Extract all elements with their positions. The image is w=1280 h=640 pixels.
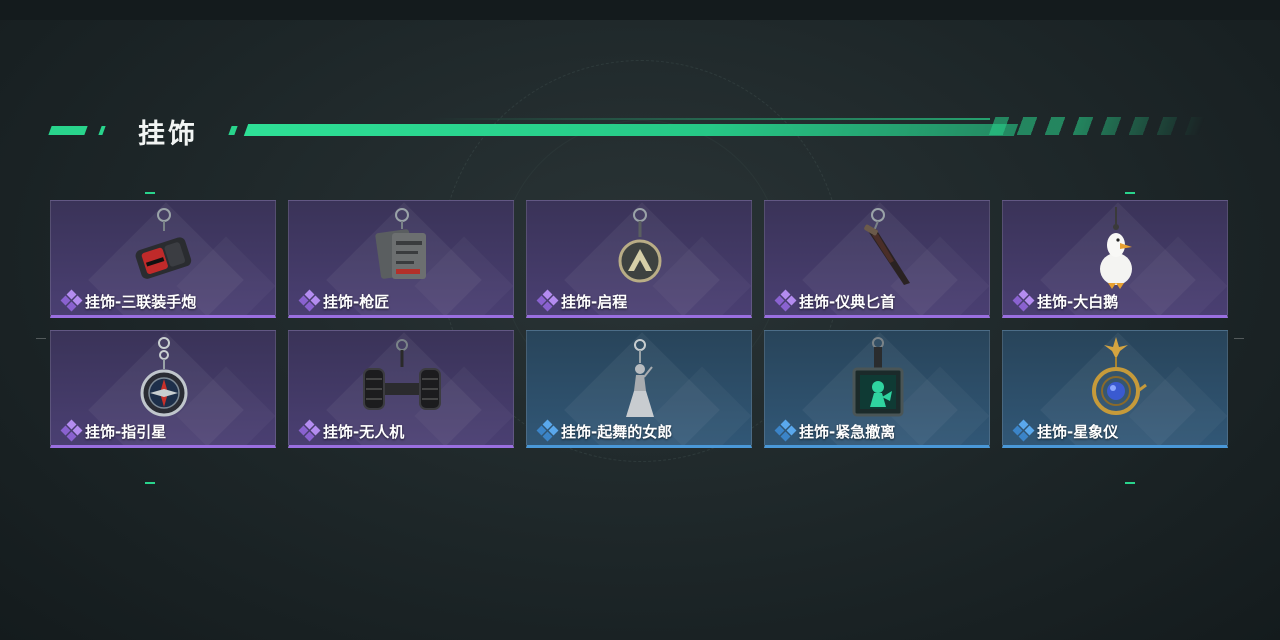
blue-rarity-diamond-icon [1012,419,1035,442]
charm-name: 挂饰-启程 [561,292,628,311]
drone-charm-icon [362,335,442,421]
charm-card[interactable]: 挂饰-无人机 [288,330,514,448]
charm-name: 挂饰-仪典匕首 [799,292,896,311]
charm-name: 挂饰-无人机 [323,422,405,441]
charm-card[interactable]: 挂饰-三联装手炮 [50,200,276,318]
emergency-evac-charm-icon [838,335,918,421]
side-mark [1234,338,1244,339]
triple-hand-cannon-charm-icon [124,205,204,291]
purple-rarity-diamond-icon [536,289,559,312]
charm-label: 挂饰-星象仪 [1012,419,1119,442]
departure-medallion-charm-icon [600,205,680,291]
gunsmith-tag-charm-icon [362,205,442,291]
header-thin-line [430,118,990,120]
charm-card[interactable]: 挂饰-指引星 [50,330,276,448]
purple-rarity-diamond-icon [298,419,321,442]
charm-label: 挂饰-枪匠 [298,289,390,312]
charm-label: 挂饰-起舞的女郎 [536,419,673,442]
purple-rarity-diamond-icon [774,289,797,312]
charm-label: 挂饰-指引星 [60,419,167,442]
charm-name: 挂饰-三联装手炮 [85,292,197,311]
charm-label: 挂饰-三联装手炮 [60,289,197,312]
charm-card[interactable]: 挂饰-星象仪 [1002,330,1228,448]
white-goose-charm-icon [1076,205,1156,291]
purple-rarity-diamond-icon [60,289,83,312]
charm-label: 挂饰-紧急撤离 [774,419,896,442]
charm-card[interactable]: 挂饰-紧急撤离 [764,330,990,448]
charm-grid: 挂饰-三联装手炮 挂饰-枪匠 挂饰-启程 挂饰-仪典匕首 挂饰-大白鹅 挂饰-指… [50,200,1230,450]
charm-name: 挂饰-紧急撤离 [799,422,896,441]
charm-label: 挂饰-仪典匕首 [774,289,896,312]
charm-card[interactable]: 挂饰-仪典匕首 [764,200,990,318]
corner-tick [1125,482,1135,484]
top-bar [0,0,1280,20]
charm-label: 挂饰-无人机 [298,419,405,442]
header-bar [243,124,1019,136]
header-checker-pattern [988,117,1206,135]
corner-tick [145,482,155,484]
side-mark [36,338,46,339]
purple-rarity-diamond-icon [60,419,83,442]
header-dash [98,126,106,135]
charm-name: 挂饰-枪匠 [323,292,390,311]
section-title: 挂饰 [138,119,198,150]
astrolabe-charm-icon [1076,335,1156,421]
charm-card[interactable]: 挂饰-起舞的女郎 [526,330,752,448]
header-dash [228,126,238,135]
corner-tick [1125,192,1135,194]
charm-card[interactable]: 挂饰-启程 [526,200,752,318]
purple-rarity-diamond-icon [298,289,321,312]
charm-card[interactable]: 挂饰-枪匠 [288,200,514,318]
corner-tick [145,192,155,194]
purple-rarity-diamond-icon [1012,289,1035,312]
blue-rarity-diamond-icon [774,419,797,442]
charm-name: 挂饰-星象仪 [1037,422,1119,441]
compass-star-charm-icon [124,335,204,421]
blue-rarity-diamond-icon [536,419,559,442]
header-dash [48,126,88,135]
charm-name: 挂饰-指引星 [85,422,167,441]
charm-label: 挂饰-启程 [536,289,628,312]
charm-name: 挂饰-大白鹅 [1037,292,1119,311]
dancing-lady-charm-icon [600,335,680,421]
section-header: 挂饰 [0,112,1280,152]
charm-name: 挂饰-起舞的女郎 [561,422,673,441]
charm-card[interactable]: 挂饰-大白鹅 [1002,200,1228,318]
charm-label: 挂饰-大白鹅 [1012,289,1119,312]
ceremonial-dagger-charm-icon [838,205,918,291]
